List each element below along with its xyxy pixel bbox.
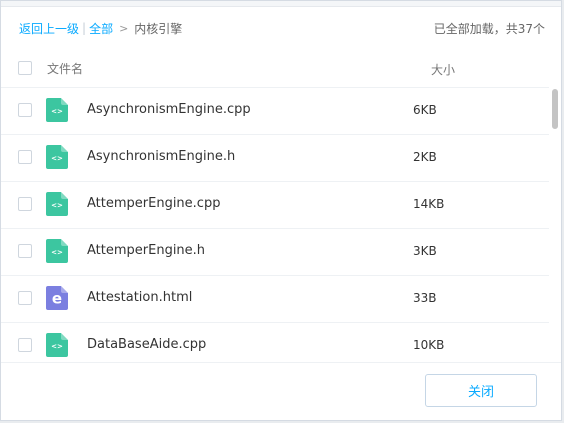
file-size: 3KB <box>413 244 437 258</box>
svg-text:<>: <> <box>51 249 63 257</box>
list-item[interactable]: <> AsynchronismEngine.h 2KB <box>1 134 549 182</box>
svg-text:e: e <box>52 290 62 308</box>
row-checkbox[interactable] <box>18 103 32 117</box>
file-size: 2KB <box>413 150 437 164</box>
code-file-icon: <> <box>46 192 68 216</box>
breadcrumb-separator: | <box>82 21 87 35</box>
file-name[interactable]: AttemperEngine.h <box>87 243 205 258</box>
code-file-icon: <> <box>46 145 68 169</box>
code-file-icon: <> <box>46 98 68 122</box>
breadcrumb: 返回上一级 | 全部 > 内核引擎 <box>19 20 182 36</box>
file-size: 10KB <box>413 338 445 352</box>
list-item[interactable]: <> AttemperEngine.h 3KB <box>1 228 549 276</box>
svg-text:<>: <> <box>51 202 63 210</box>
row-checkbox[interactable] <box>18 291 32 305</box>
svg-text:<>: <> <box>51 155 63 163</box>
select-all-checkbox[interactable] <box>18 61 32 75</box>
column-header-name: 文件名 <box>47 62 84 76</box>
row-checkbox[interactable] <box>18 338 32 352</box>
row-checkbox[interactable] <box>18 244 32 258</box>
row-checkbox[interactable] <box>18 150 32 164</box>
breadcrumb-all-link[interactable]: 全部 <box>89 20 113 37</box>
chevron-right-icon: > <box>119 21 129 35</box>
code-file-icon: <> <box>46 239 68 263</box>
scrollbar-thumb[interactable] <box>552 89 558 129</box>
code-file-icon: <> <box>46 333 68 357</box>
footer-divider <box>1 362 561 363</box>
file-list: <> AsynchronismEngine.cpp 6KB <> Asynchronis… <box>1 87 549 362</box>
list-item[interactable]: <> AttemperEngine.cpp 14KB <box>1 181 549 229</box>
list-item[interactable]: <> AsynchronismEngine.cpp 6KB <box>1 87 549 135</box>
column-header-size: 大小 <box>431 63 456 77</box>
svg-text:<>: <> <box>51 343 63 351</box>
loaded-status: 已全部加载，共37个 <box>433 22 545 36</box>
back-link[interactable]: 返回上一级 <box>19 20 79 37</box>
file-size: 14KB <box>413 197 445 211</box>
html-file-icon: e <box>46 286 68 310</box>
list-item[interactable]: e Attestation.html 33B <box>1 275 549 323</box>
file-name[interactable]: DataBaseAide.cpp <box>87 337 206 352</box>
list-item[interactable]: <> DataBaseAide.cpp 10KB <box>1 322 549 362</box>
file-name[interactable]: AsynchronismEngine.h <box>87 149 235 164</box>
file-size: 33B <box>413 291 437 305</box>
row-checkbox[interactable] <box>18 197 32 211</box>
file-name[interactable]: AttemperEngine.cpp <box>87 196 220 211</box>
svg-text:<>: <> <box>51 108 63 116</box>
file-list-dialog: 返回上一级 | 全部 > 内核引擎 已全部加载，共37个 文件名 大小 <> As… <box>0 0 562 421</box>
file-name[interactable]: AsynchronismEngine.cpp <box>87 102 251 117</box>
dialog-top-bar <box>1 1 561 7</box>
file-name[interactable]: Attestation.html <box>87 290 192 305</box>
list-header: 文件名 大小 <box>1 49 549 88</box>
file-size: 6KB <box>413 103 437 117</box>
close-button[interactable]: 关闭 <box>425 374 537 407</box>
breadcrumb-current: 内核引擎 <box>134 21 183 36</box>
